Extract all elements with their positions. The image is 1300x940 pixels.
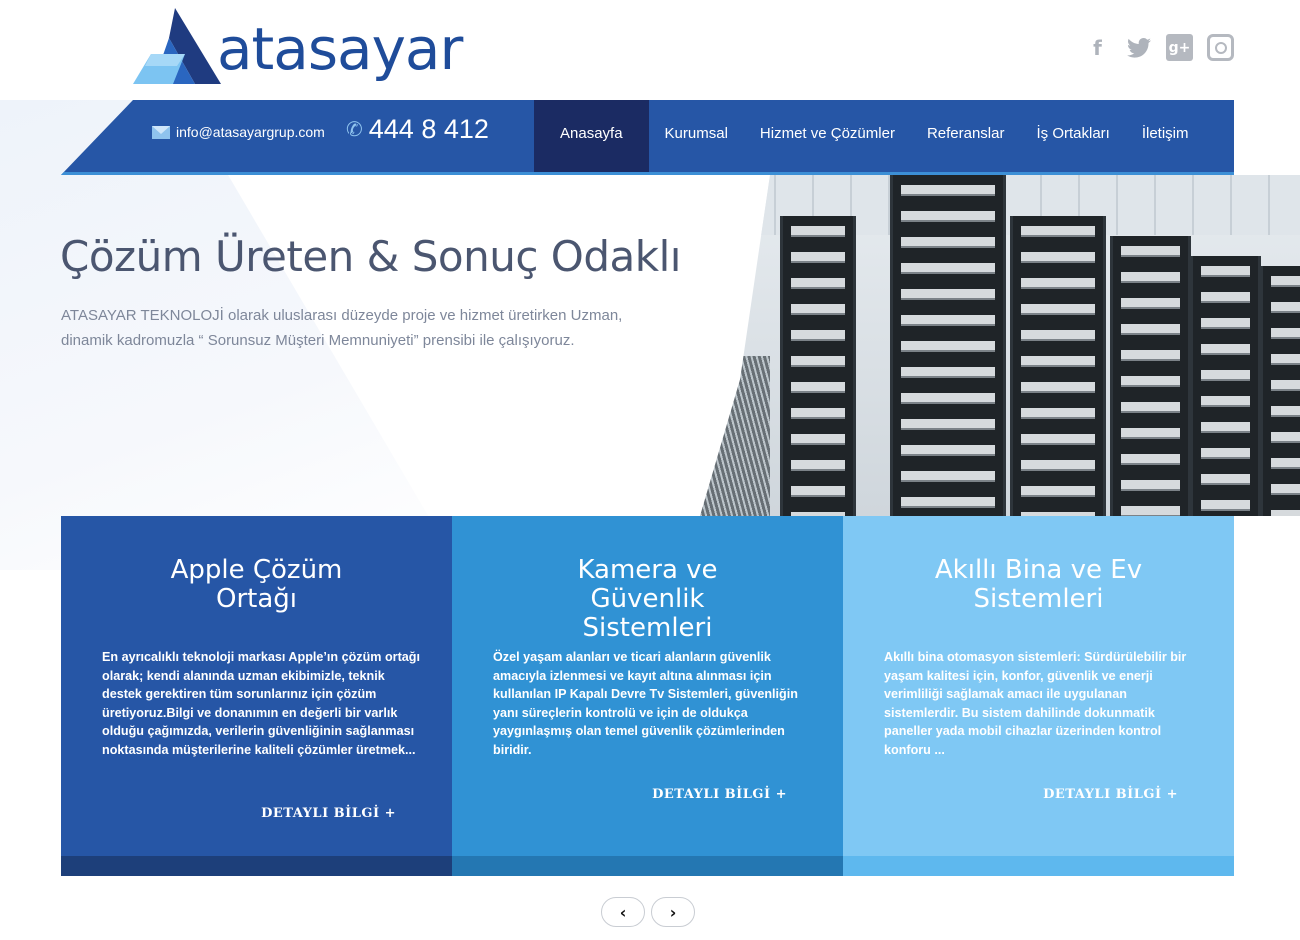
facebook-icon[interactable]: f (1084, 34, 1111, 61)
carousel-pager: ‹ › (601, 897, 695, 927)
mail-icon (152, 125, 170, 139)
next-arrow-icon[interactable]: › (651, 897, 695, 927)
google-plus-icon[interactable]: g+ (1166, 34, 1193, 61)
card-text: Özel yaşam alanları ve ticari alanların … (493, 650, 798, 757)
social-links: f g+ (1084, 34, 1234, 61)
details-button[interactable]: DETAYLI BİLGİ + (261, 806, 396, 821)
card-apple: Apple Çözüm Ortağı En ayrıcalıklı teknol… (61, 516, 452, 876)
server-rack (780, 216, 856, 516)
cables (700, 356, 770, 516)
card-text: En ayrıcalıklı teknoloji markası Apple’ı… (102, 650, 420, 757)
instagram-icon[interactable] (1207, 34, 1234, 61)
email-text: info@atasayargrup.com (176, 124, 325, 140)
logo-text: atasayar (217, 15, 463, 83)
menu-item-anasayfa[interactable]: Anasayfa (534, 100, 649, 172)
hero-title: Çözüm Üreten & Sonuç Odaklı (60, 232, 681, 281)
server-rack (1260, 266, 1300, 516)
server-rack (1190, 256, 1261, 516)
menu-item-iletisim[interactable]: İletişim (1126, 100, 1205, 172)
logo-mark-icon (133, 8, 221, 84)
contact-email[interactable]: info@atasayargrup.com (152, 124, 325, 140)
card-text: Akıllı bina otomasyon sistemleri: Sürdür… (884, 650, 1187, 757)
server-rack (890, 175, 1006, 516)
details-button[interactable]: DETAYLI BİLGİ + (652, 787, 787, 802)
server-rack (1110, 236, 1191, 516)
feature-cards: Apple Çözüm Ortağı En ayrıcalıklı teknol… (61, 516, 1234, 876)
hero-text: ATASAYAR TEKNOLOJİ olarak uluslarası düz… (61, 307, 623, 349)
phone-text: 444 8 412 (368, 114, 489, 144)
menu-item-hizmet-ve-cozumler[interactable]: Hizmet ve Çözümler (744, 100, 911, 172)
logo[interactable]: atasayar (133, 8, 473, 88)
menu-item-is-ortaklari[interactable]: İş Ortakları (1020, 100, 1125, 172)
top-navigation: info@atasayargrup.com ✆ 444 8 412 Anasay… (61, 100, 1234, 175)
card-akilli-bina: Akıllı Bina ve Ev Sistemleri Akıllı bina… (843, 516, 1234, 876)
details-button[interactable]: DETAYLI BİLGİ + (1043, 787, 1178, 802)
card-title: Apple Çözüm Ortağı (170, 555, 343, 614)
prev-arrow-icon[interactable]: ‹ (601, 897, 645, 927)
card-kamera: Kamera ve Güvenlik Sistemleri Özel yaşam… (452, 516, 843, 876)
hero-server-image (700, 175, 1300, 516)
phone-icon: ✆ (346, 119, 363, 141)
menu-item-referanslar[interactable]: Referanslar (911, 100, 1021, 172)
twitter-icon[interactable] (1125, 34, 1152, 61)
card-title: Akıllı Bina ve Ev Sistemleri (934, 555, 1143, 614)
main-menu: Anasayfa Kurumsal Hizmet ve Çözümler Ref… (534, 100, 1205, 172)
menu-item-kurumsal[interactable]: Kurumsal (649, 100, 744, 172)
contact-phone[interactable]: ✆ 444 8 412 (346, 114, 489, 145)
card-title: Kamera ve Güvenlik Sistemleri (577, 555, 718, 643)
server-rack (1010, 216, 1106, 516)
